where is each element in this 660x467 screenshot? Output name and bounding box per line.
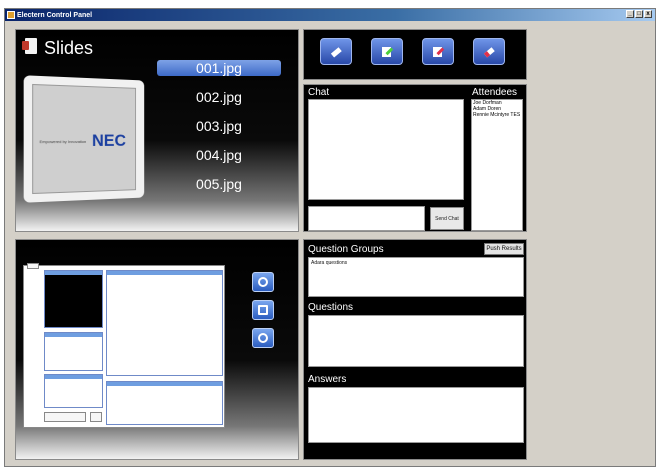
eraser-icon <box>330 46 342 58</box>
slide-file-item[interactable]: 001.jpg <box>156 58 282 87</box>
page-icon <box>258 305 268 315</box>
presenter-view-thumbnail <box>23 263 225 428</box>
push-results-button[interactable]: Push Results <box>484 243 524 255</box>
thumbnail-notes-pane <box>44 374 103 408</box>
nec-tagline: Empowered by Innovation <box>39 139 87 145</box>
attendees-list: Joe Dorfman Adam Doren Rennie Mcintyre T… <box>471 99 523 231</box>
page-button[interactable] <box>252 300 274 320</box>
nec-logo: NEC <box>91 131 126 150</box>
app-window: Electern Control Panel _ □ x Slides Empo… <box>4 8 656 467</box>
thumbnail-button <box>90 412 102 422</box>
chat-label: Chat <box>308 87 330 98</box>
question-groups-list[interactable]: Adara questions <box>308 257 524 297</box>
slides-icon <box>22 38 37 54</box>
questions-list[interactable] <box>308 315 524 367</box>
title-bar: Electern Control Panel _ □ x <box>5 9 655 21</box>
chat-log <box>308 99 464 200</box>
thumbnail-slide-pane <box>44 270 103 328</box>
slide-image: Empowered by Innovation NEC <box>32 83 137 195</box>
refresh-icon <box>258 277 268 287</box>
question-groups-label: Question Groups <box>308 244 384 255</box>
attendees-label: Attendees <box>472 87 518 98</box>
slide-file-item[interactable]: 005.jpg <box>156 174 282 203</box>
maximize-button[interactable]: □ <box>635 10 643 18</box>
edit-button[interactable] <box>371 38 403 65</box>
zoom-button[interactable] <box>252 328 274 348</box>
window-controls: _ □ x <box>626 10 652 18</box>
slide-file-item[interactable]: 003.jpg <box>156 116 282 145</box>
questions-label: Questions <box>308 302 354 313</box>
chat-panel: Chat Send Chat Attendees Joe Dorfman Ada… <box>303 84 527 232</box>
clear-button[interactable] <box>473 38 505 65</box>
attendee-item: Rennie Mcintyre TES <box>473 112 521 118</box>
chat-input[interactable] <box>308 206 425 231</box>
slides-title: Slides <box>44 38 94 58</box>
pencil-green-icon <box>382 46 394 57</box>
window-title: Electern Control Panel <box>17 11 93 19</box>
answers-label: Answers <box>308 374 347 385</box>
thumbnail-answers-pane <box>106 381 223 425</box>
annotation-toolbar <box>303 29 527 80</box>
close-button[interactable]: x <box>644 10 652 18</box>
minimize-button[interactable]: _ <box>626 10 634 18</box>
question-group-item[interactable]: Adara questions <box>309 258 523 268</box>
eraser-button[interactable] <box>320 38 352 65</box>
slide-file-item[interactable]: 004.jpg <box>156 145 282 174</box>
refresh-button[interactable] <box>252 272 274 292</box>
answers-list[interactable] <box>308 387 524 443</box>
thumbnail-tab <box>27 263 39 269</box>
highlight-button[interactable] <box>422 38 454 65</box>
slides-panel: Slides Empowered by Innovation NEC 001.j… <box>15 29 299 232</box>
send-chat-button[interactable]: Send Chat <box>430 207 464 230</box>
presentation-preview-panel <box>15 239 299 460</box>
client-area: Slides Empowered by Innovation NEC 001.j… <box>9 23 527 463</box>
questions-panel: Question Groups Push Results Adara quest… <box>303 239 527 460</box>
pencil-red-icon <box>433 46 445 57</box>
zoom-icon <box>258 333 268 343</box>
app-icon <box>7 11 15 19</box>
thumbnail-chat-pane <box>44 332 103 371</box>
thumbnail-main-pane <box>106 270 223 376</box>
slide-preview[interactable]: Empowered by Innovation NEC <box>23 75 145 203</box>
slide-file-list: 001.jpg 002.jpg 003.jpg 004.jpg 005.jpg <box>156 58 282 203</box>
thumbnail-input <box>44 412 86 422</box>
eraser-red-icon <box>483 46 495 58</box>
slide-file-item[interactable]: 002.jpg <box>156 87 282 116</box>
